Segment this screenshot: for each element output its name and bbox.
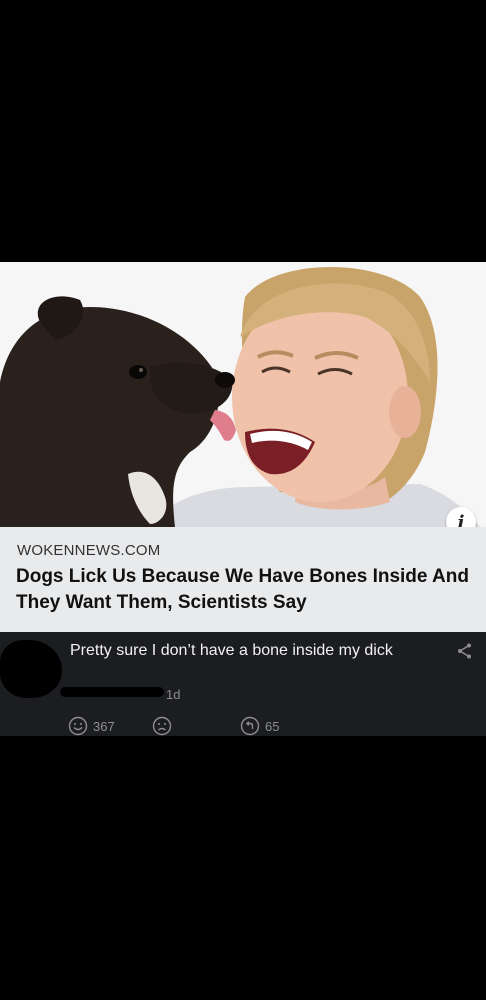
author-name-redacted <box>60 687 164 697</box>
article-domain: WOKENNEWS.COM <box>17 542 161 559</box>
article-image[interactable]: i <box>0 262 486 527</box>
sad-icon <box>152 716 172 736</box>
top-black-area <box>0 0 486 262</box>
avatar[interactable] <box>0 640 62 698</box>
link-preview-card[interactable]: i WOKENNEWS.COM Dogs Lick Us Because We … <box>0 262 486 632</box>
reaction-bar: 367 65 <box>68 716 368 736</box>
comment-timestamp: 1d <box>166 687 181 702</box>
dislike-reaction[interactable] <box>152 716 177 736</box>
reply-icon <box>240 716 260 736</box>
reply-count: 65 <box>265 718 280 734</box>
bottom-black-area <box>0 736 486 1000</box>
like-reaction[interactable]: 367 <box>68 716 115 736</box>
comment: Pretty sure I don’t have a bone inside m… <box>0 632 486 736</box>
article-title[interactable]: Dogs Lick Us Because We Have Bones Insid… <box>16 564 478 616</box>
share-icon[interactable] <box>456 642 474 660</box>
comment-text: Pretty sure I don’t have a bone inside m… <box>70 642 393 659</box>
reply-reaction[interactable]: 65 <box>240 716 279 736</box>
smile-icon <box>68 716 88 736</box>
like-count: 367 <box>93 718 115 734</box>
